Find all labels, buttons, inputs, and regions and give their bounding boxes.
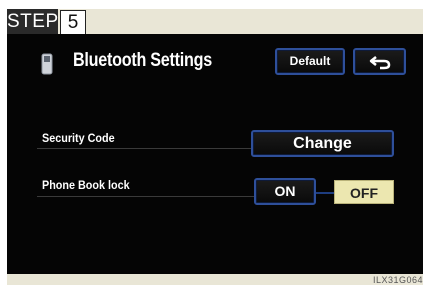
figure-code: ILX31G064 xyxy=(372,275,423,285)
display-screen: Bluetooth Settings Default Security Code… xyxy=(7,34,423,274)
step-header: STEP 5 xyxy=(7,9,423,35)
phone-book-lock-off-button[interactable]: OFF xyxy=(334,180,394,204)
segment-connector xyxy=(316,192,334,194)
divider xyxy=(37,196,254,197)
phone-book-lock-on-button[interactable]: ON xyxy=(254,178,316,205)
phone-book-lock-label: Phone Book lock xyxy=(42,178,130,192)
step-label: STEP xyxy=(7,9,59,34)
back-button[interactable] xyxy=(353,48,406,75)
return-arrow-icon xyxy=(368,53,392,70)
security-code-label: Security Code xyxy=(42,131,115,145)
bottom-frame: ILX31G064 xyxy=(7,274,423,285)
default-button[interactable]: Default xyxy=(275,48,345,75)
step-number: 5 xyxy=(60,10,86,35)
phone-icon xyxy=(41,53,53,80)
page-title: Bluetooth Settings xyxy=(73,50,212,71)
change-button[interactable]: Change xyxy=(251,130,394,157)
divider xyxy=(37,148,251,149)
